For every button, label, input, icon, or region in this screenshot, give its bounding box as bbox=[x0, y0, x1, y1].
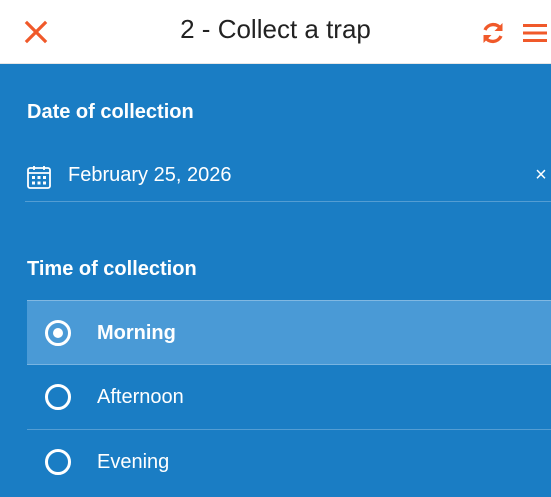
option-label: Morning bbox=[97, 322, 176, 344]
time-option-morning[interactable]: Morning bbox=[27, 300, 551, 365]
clear-icon[interactable]: × bbox=[533, 164, 549, 187]
option-label: Evening bbox=[97, 451, 170, 473]
radio-selected-icon[interactable] bbox=[45, 320, 71, 346]
date-of-collection-value: February 25, 2026 bbox=[68, 164, 232, 186]
time-of-collection-options: Morning Afternoon Evening bbox=[27, 300, 551, 495]
time-of-collection-label: Time of collection bbox=[27, 258, 197, 280]
time-option-evening[interactable]: Evening bbox=[27, 430, 551, 495]
page-title: 2 - Collect a trap bbox=[180, 14, 371, 44]
refresh-button[interactable] bbox=[478, 18, 508, 48]
radio-unselected-icon[interactable] bbox=[45, 384, 71, 410]
date-of-collection-field[interactable]: February 25, 2026 × bbox=[25, 156, 551, 202]
option-label: Afternoon bbox=[97, 386, 184, 408]
time-option-afternoon[interactable]: Afternoon bbox=[27, 365, 551, 430]
calendar-icon bbox=[27, 166, 51, 189]
menu-icon bbox=[523, 24, 547, 42]
radio-unselected-icon[interactable] bbox=[45, 449, 71, 475]
menu-button[interactable] bbox=[520, 18, 548, 48]
date-of-collection-label: Date of collection bbox=[27, 101, 194, 123]
app-header: 2 - Collect a trap bbox=[0, 0, 551, 64]
refresh-icon bbox=[483, 22, 503, 44]
form-content: Date of collection February 25, 2026 × T… bbox=[0, 64, 551, 497]
